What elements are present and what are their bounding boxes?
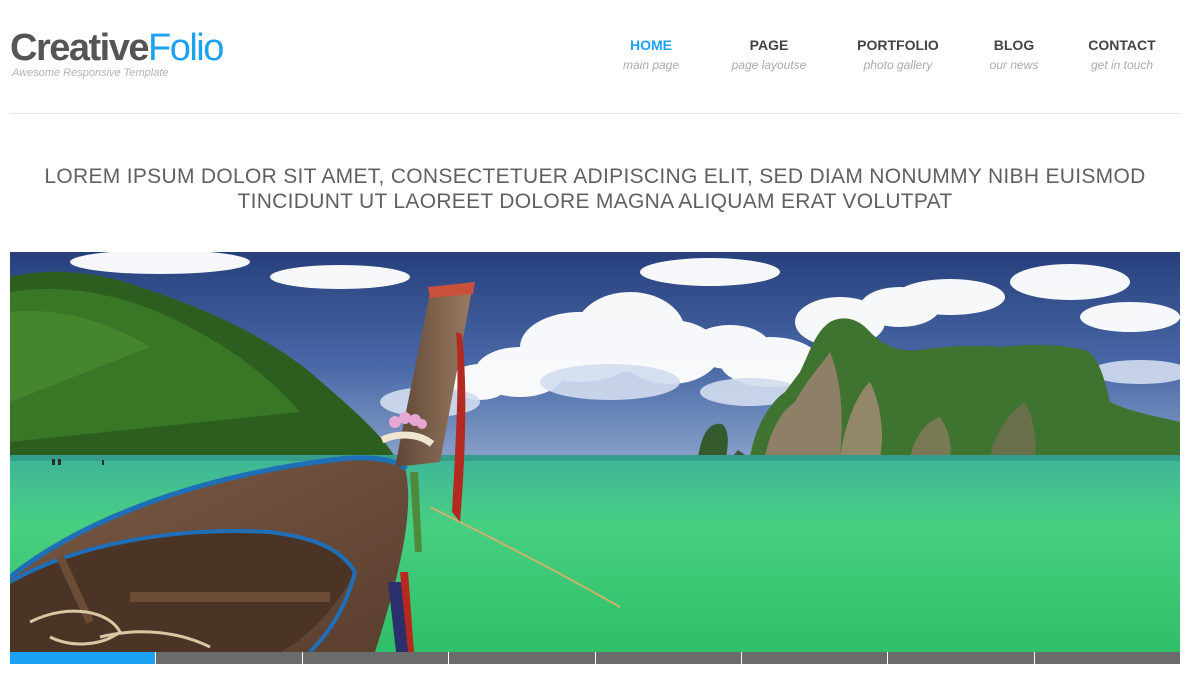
slider-pager-4[interactable] [449, 652, 595, 664]
nav-item-label: BLOG [993, 37, 1035, 53]
slide-image [10, 252, 1180, 652]
nav-item-label: HOME [629, 37, 672, 53]
nav-item-sub: get in touch [1090, 58, 1154, 72]
nav-item-page[interactable]: PAGE page layoutse [732, 36, 807, 74]
slider-pager-6[interactable] [741, 652, 888, 664]
slider-pager-2[interactable] [156, 652, 302, 664]
main-nav: HOME main page PAGE page layoutse PORTFO… [0, 36, 1189, 76]
nav-item-sub: main page [622, 58, 680, 72]
slider-pagination [10, 652, 1180, 664]
nav-item-label: PORTFOLIO [857, 37, 939, 53]
nav-item-sub: our news [989, 58, 1039, 72]
hero-slider[interactable] [10, 252, 1180, 652]
nav-item-sub: page layoutse [731, 58, 807, 72]
nav-item-label: PAGE [749, 37, 789, 53]
nav-item-label: CONTACT [1088, 37, 1156, 53]
nav-item-portfolio[interactable]: PORTFOLIO photo gallery [857, 36, 939, 74]
nav-item-sub: photo gallery [863, 58, 933, 72]
nav-item-home[interactable]: HOME main page [623, 36, 679, 74]
slider-pager-8[interactable] [1034, 652, 1180, 664]
slider-pager-3[interactable] [302, 652, 449, 664]
hero-headline: LOREM IPSUM DOLOR SIT AMET, CONSECTETUER… [44, 165, 1146, 213]
slider-pager-5[interactable] [595, 652, 741, 664]
nav-item-blog[interactable]: BLOG our news [990, 36, 1039, 74]
slider-pager-7[interactable] [888, 652, 1034, 664]
header-divider [10, 113, 1180, 114]
slider-pager-1[interactable] [10, 652, 156, 664]
nav-item-contact[interactable]: CONTACT get in touch [1088, 36, 1155, 74]
